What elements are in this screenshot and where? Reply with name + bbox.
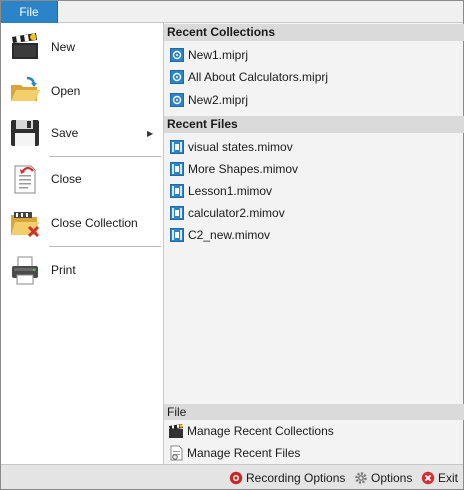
menu-separator [49,156,161,157]
exit-button[interactable]: Exit [421,469,458,487]
recent-file-item[interactable]: C2_new.mimov [170,225,270,245]
recent-file-name: More Shapes.mimov [188,162,299,176]
close-label: Close [51,172,82,186]
recent-file-item[interactable]: visual states.mimov [170,137,293,157]
file-backstage-window: File New Open Save ▶ Close Close Collect… [0,0,464,490]
close-collection-icon [9,207,41,239]
options-button[interactable]: Options [354,469,412,487]
open-menu-item[interactable]: Open [1,71,161,111]
movie-file-icon [170,140,184,154]
floppy-disk-icon [9,117,41,149]
recent-files-header: Recent Files [164,116,464,133]
print-label: Print [51,263,76,277]
options-label: Options [371,471,413,485]
manage-recent-files-link[interactable]: Manage Recent Files [168,443,300,463]
close-collection-menu-item[interactable]: Close Collection [1,203,161,243]
recent-collection-item[interactable]: New1.miprj [170,45,248,65]
recent-collection-item[interactable]: New2.miprj [170,90,248,110]
recent-collection-name: New2.miprj [188,93,249,107]
movie-file-icon [170,206,184,220]
manage-recent-collections-link[interactable]: Manage Recent Collections [168,421,334,441]
close-collection-label: Close Collection [51,216,138,230]
recording-options-label: Recording Options [246,471,346,485]
collection-file-icon [170,93,184,107]
recent-file-item[interactable]: calculator2.mimov [170,203,285,223]
recent-file-item[interactable]: Lesson1.mimov [170,181,272,201]
record-icon [229,471,243,485]
clapperboard-icon [9,31,41,63]
print-menu-item[interactable]: Print [1,250,161,290]
menu-separator [49,246,161,247]
gear-icon [354,471,368,485]
recent-collections-header: Recent Collections [164,24,464,41]
new-menu-item[interactable]: New [1,27,161,67]
recent-collection-name: New1.miprj [188,48,249,62]
file-menu: New Open Save ▶ Close Close Collection P… [1,23,163,464]
save-menu-item[interactable]: Save ▶ [1,113,161,153]
manage-files-icon [168,445,184,461]
close-menu-item[interactable]: Close [1,159,161,199]
manage-recent-files-label: Manage Recent Files [187,446,301,460]
manage-collections-icon [168,423,184,439]
submenu-arrow-icon: ▶ [147,128,154,138]
file-tab[interactable]: File [1,1,58,23]
file-section-header: File [164,404,464,420]
collection-file-icon [170,48,184,62]
printer-icon [9,254,41,286]
recent-file-name: C2_new.mimov [188,228,271,242]
recent-file-name: Lesson1.mimov [188,184,273,198]
recent-collection-item[interactable]: All About Calculators.miprj [170,67,328,87]
open-label: Open [51,84,81,98]
movie-file-icon [170,228,184,242]
menu-bar: File [1,1,463,23]
recent-file-name: calculator2.mimov [188,206,285,220]
manage-recent-collections-label: Manage Recent Collections [187,424,334,438]
recent-collection-name: All About Calculators.miprj [188,70,329,84]
new-label: New [51,40,76,54]
status-bar: Recording Options Options Exit [1,464,463,489]
recording-options-button[interactable]: Recording Options [229,469,345,487]
exit-label: Exit [438,471,459,485]
movie-file-icon [170,162,184,176]
exit-icon [421,471,435,485]
collection-file-icon [170,70,184,84]
save-label: Save [51,126,79,140]
recent-file-item[interactable]: More Shapes.mimov [170,159,298,179]
recent-file-name: visual states.mimov [188,140,293,154]
close-document-icon [9,163,41,195]
recent-pane: Recent Collections New1.miprj All About … [163,23,464,464]
movie-file-icon [170,184,184,198]
folder-open-icon [9,75,41,107]
